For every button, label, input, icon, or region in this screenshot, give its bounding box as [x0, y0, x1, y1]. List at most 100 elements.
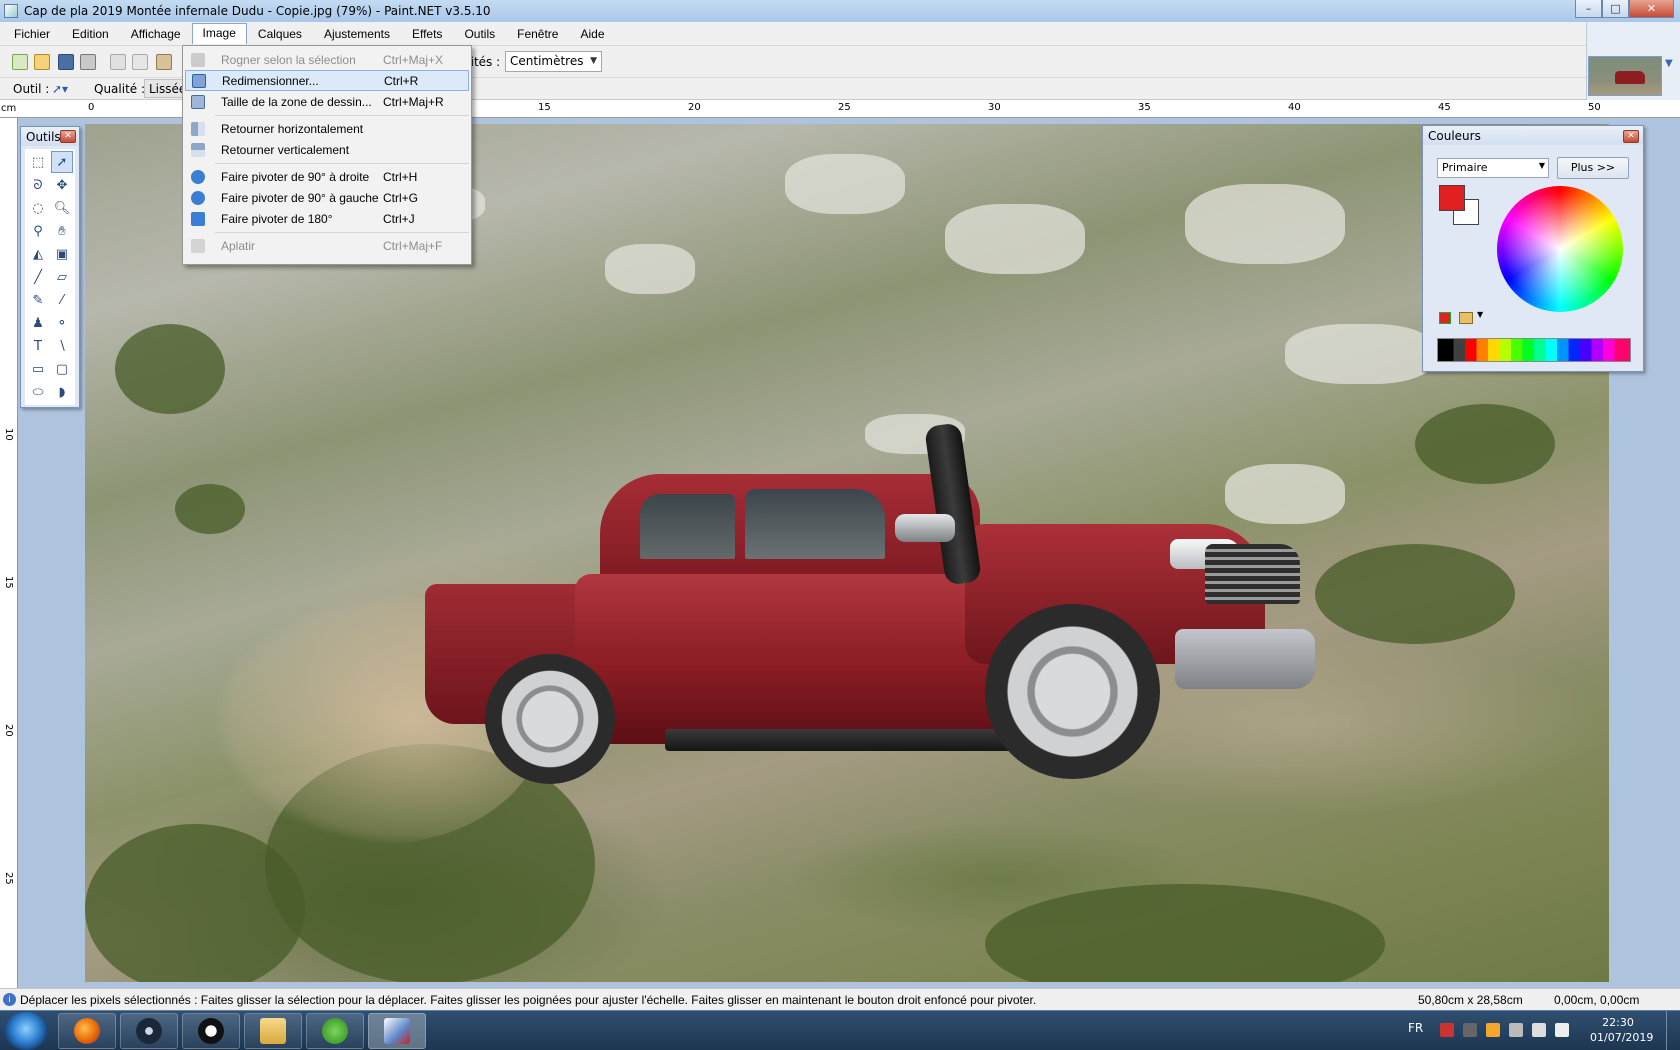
menu-separator — [215, 163, 469, 164]
add-to-palette-icon[interactable] — [1439, 312, 1451, 324]
move-selection-icon[interactable]: ➚ — [51, 151, 73, 173]
ruler-tick-label: 45 — [1438, 102, 1451, 113]
ruler-tick-label: 40 — [1288, 102, 1301, 113]
maximize-button[interactable]: □ — [1602, 0, 1629, 18]
clock[interactable]: 22:30 01/07/2019 — [1590, 1015, 1654, 1045]
menu-item-flip-horizontal[interactable]: Retourner horizontalement — [185, 118, 469, 139]
gradient-icon[interactable]: ▣ — [51, 243, 73, 265]
show-desktop-button[interactable] — [1666, 1011, 1680, 1050]
zoom-icon[interactable]: 🔍︎ — [51, 197, 73, 219]
menu-item-rotate-180[interactable]: Faire pivoter de 180° Ctrl+J — [185, 208, 469, 229]
network-icon[interactable] — [1532, 1023, 1546, 1037]
menu-item-flip-vertical[interactable]: Retourner verticalement — [185, 139, 469, 160]
menu-ajustements[interactable]: Ajustements — [313, 24, 401, 44]
ruler-tick-label: 15 — [3, 576, 14, 589]
rounded-rectangle-icon[interactable]: ▢ — [51, 358, 73, 380]
line-curve-icon[interactable]: ∖ — [51, 335, 73, 357]
paint-bucket-icon[interactable]: ◭ — [27, 243, 49, 265]
taskbar-file-explorer[interactable] — [244, 1013, 302, 1049]
minimize-button[interactable]: – — [1575, 0, 1602, 18]
move-selection-tool-icon[interactable]: ➚▾ — [52, 82, 68, 96]
thumbnail-preview — [1615, 71, 1645, 84]
start-button[interactable] — [4, 1012, 48, 1050]
chevron-down-icon: ▼ — [590, 56, 597, 66]
chevron-down-icon[interactable]: ▼ — [1665, 58, 1675, 69]
menu-affichage[interactable]: Affichage — [120, 24, 192, 44]
rectangle-shape-icon[interactable]: ▭ — [27, 358, 49, 380]
menu-item-rotate-left[interactable]: Faire pivoter de 90° à gauche Ctrl+G — [185, 187, 469, 208]
pencil-icon[interactable]: ✎ — [27, 289, 49, 311]
primary-color-swatch[interactable] — [1439, 185, 1465, 211]
menu-item-flatten[interactable]: Aplatir Ctrl+Maj+F — [185, 235, 469, 256]
update-tray-icon[interactable] — [1486, 1023, 1500, 1037]
taskbar-steam[interactable] — [120, 1013, 178, 1049]
palette-icon[interactable] — [1459, 312, 1473, 324]
chevron-down-icon: ▼ — [1538, 161, 1545, 170]
menu-aide[interactable]: Aide — [569, 24, 615, 44]
move-selected-pixels-icon[interactable]: ✥ — [51, 174, 73, 196]
language-indicator[interactable]: FR — [1408, 1021, 1423, 1035]
copy-icon[interactable] — [132, 54, 148, 70]
taskbar-clover[interactable] — [306, 1013, 364, 1049]
menu-separator — [215, 232, 469, 233]
menu-item-label: Faire pivoter de 180° — [221, 211, 333, 226]
windows-taskbar: FR 22:30 01/07/2019 — [0, 1010, 1680, 1050]
menu-item-crop-to-selection[interactable]: Rogner selon la sélection Ctrl+Maj+X — [185, 49, 469, 70]
colors-panel-close-button[interactable]: ✕ — [1623, 130, 1639, 143]
menu-fichier[interactable]: Fichier — [3, 24, 61, 44]
rock — [945, 204, 1085, 274]
print-icon[interactable] — [80, 54, 96, 70]
flag-icon[interactable] — [1509, 1023, 1523, 1037]
menu-item-resize[interactable]: Redimensionner... Ctrl+R — [185, 70, 469, 91]
antivirus-tray-icon[interactable] — [1440, 1023, 1454, 1037]
taskbar-game[interactable] — [182, 1013, 240, 1049]
rectangle-select-icon[interactable]: ⬚ — [27, 151, 49, 173]
color-wheel[interactable] — [1497, 186, 1623, 312]
resize-icon — [192, 73, 206, 88]
magic-wand-icon[interactable]: ⚲ — [27, 220, 49, 242]
rotate-right-icon — [191, 169, 205, 184]
units-dropdown[interactable]: Centimètres ▼ — [505, 51, 602, 72]
text-tool-icon[interactable]: T — [27, 335, 49, 357]
menu-edition[interactable]: Edition — [61, 24, 120, 44]
cut-icon[interactable] — [110, 54, 126, 70]
open-file-icon[interactable] — [34, 54, 50, 70]
save-icon[interactable] — [58, 54, 74, 70]
menu-effets[interactable]: Effets — [401, 24, 453, 44]
menu-calques[interactable]: Calques — [247, 24, 313, 44]
menu-item-canvas-size[interactable]: Taille de la zone de dessin... Ctrl+Maj+… — [185, 91, 469, 112]
clock-time: 22:30 — [1602, 1016, 1634, 1029]
more-colors-button[interactable]: Plus >> — [1557, 157, 1629, 179]
color-mode-dropdown[interactable]: Primaire ▼ — [1437, 158, 1549, 178]
colors-panel-header[interactable]: Couleurs — [1423, 126, 1643, 145]
paintbrush-icon[interactable]: ╱ — [27, 266, 49, 288]
volume-icon[interactable] — [1555, 1023, 1569, 1037]
taskbar-paintnet[interactable] — [368, 1013, 426, 1049]
recolor-icon[interactable]: ⚬ — [51, 312, 73, 334]
image-thumbnail-tab[interactable] — [1588, 56, 1662, 96]
rock — [785, 154, 905, 214]
ruler-tick-label: 0 — [88, 102, 95, 113]
new-file-icon[interactable] — [12, 54, 28, 70]
menu-outils[interactable]: Outils — [453, 24, 506, 44]
app-tray-icon[interactable] — [1463, 1023, 1477, 1037]
color-palette[interactable] — [1437, 338, 1631, 362]
eraser-icon[interactable]: ▱ — [51, 266, 73, 288]
taskbar-firefox[interactable] — [58, 1013, 116, 1049]
color-picker-icon[interactable]: ⁄ — [51, 289, 73, 311]
clone-stamp-icon[interactable]: ♟ — [27, 312, 49, 334]
paintnet-app-icon[interactable] — [4, 4, 18, 18]
close-button[interactable]: ✕ — [1629, 0, 1674, 18]
freeform-shape-icon[interactable]: ◗ — [51, 381, 73, 403]
menu-image[interactable]: Image — [191, 23, 247, 44]
lasso-select-icon[interactable]: ᘐ — [27, 174, 49, 196]
tools-panel-close-button[interactable]: ✕ — [60, 130, 76, 143]
paste-icon[interactable] — [156, 54, 172, 70]
ellipse-select-icon[interactable]: ◌ — [27, 197, 49, 219]
pan-hand-icon[interactable]: ✋︎ — [51, 220, 73, 242]
ellipse-shape-icon[interactable]: ⬭ — [27, 381, 49, 403]
menu-fenetre[interactable]: Fenêtre — [506, 24, 569, 44]
palette-menu-icon[interactable]: ▼ — [1439, 310, 1489, 326]
menu-item-rotate-right[interactable]: Faire pivoter de 90° à droite Ctrl+H — [185, 166, 469, 187]
clock-date: 01/07/2019 — [1590, 1031, 1654, 1044]
